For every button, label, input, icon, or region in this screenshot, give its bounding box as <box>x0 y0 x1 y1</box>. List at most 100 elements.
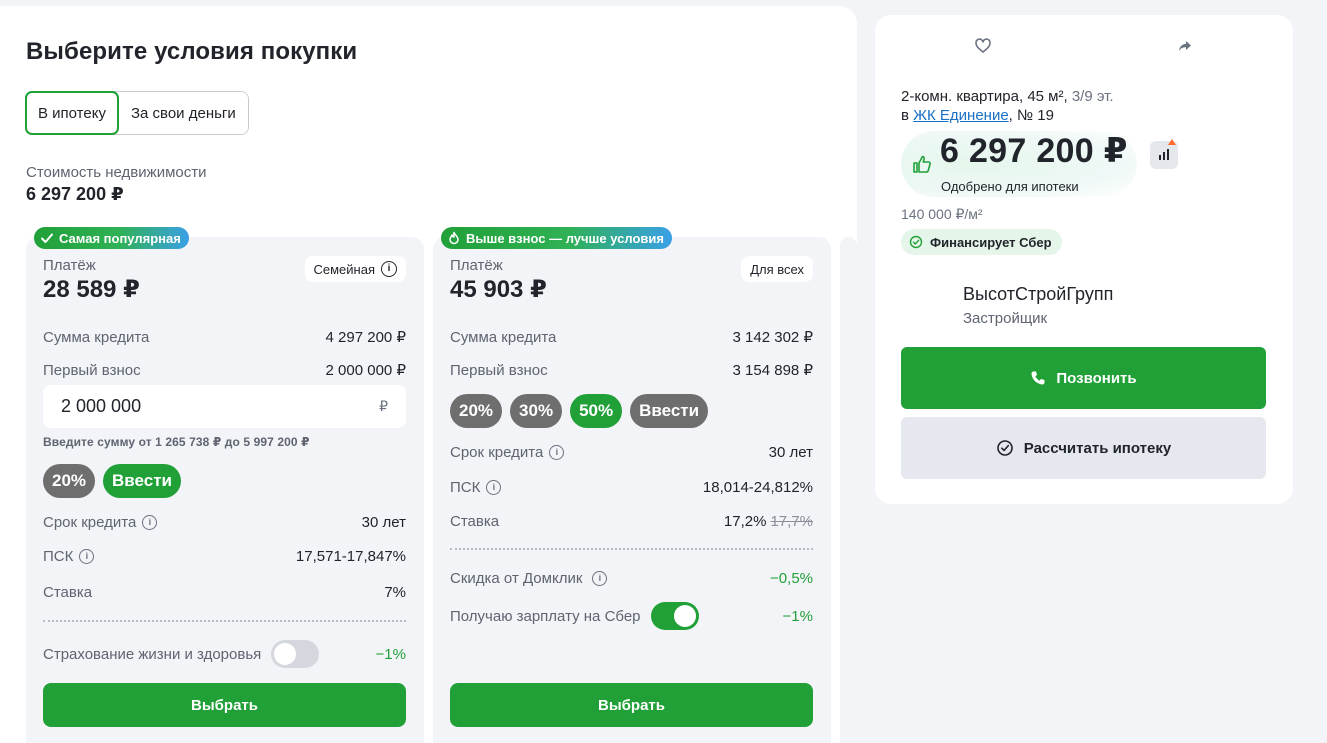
listing-in: в <box>901 107 909 124</box>
chip-custom[interactable]: Ввести <box>103 464 181 498</box>
phone-icon <box>1031 371 1045 385</box>
offer-card-partial <box>840 237 857 743</box>
payment-label: Платёж <box>43 257 96 274</box>
ribbon-label: Выше взнос — лучше условия <box>466 230 664 246</box>
complex-link[interactable]: ЖК Единение <box>913 107 1009 124</box>
purchase-mode-toggle: В ипотеку За свои деньги <box>25 91 249 135</box>
rate-row: Ставка 17,2% 17,7% <box>450 510 813 532</box>
chip-50-percent[interactable]: 50% <box>570 394 623 428</box>
domclick-discount-label: Скидка от Домклик i <box>450 569 608 587</box>
toggle-own-money[interactable]: За свои деньги <box>118 92 248 134</box>
building-number: , № 19 <box>1008 107 1054 124</box>
rate-value: 7% <box>384 583 406 601</box>
salary-row: Получаю зарплату на Сбер −1% <box>450 602 813 630</box>
down-payment-input[interactable]: 2 000 000 ₽ <box>43 385 406 428</box>
payment-label: Платёж <box>450 257 503 274</box>
psk-label: ПСК i <box>43 547 95 565</box>
psk-text: ПСК <box>450 478 481 496</box>
payment-value: 45 903 ₽ <box>450 276 547 303</box>
price-history-button[interactable] <box>1150 139 1178 169</box>
mortgage-approved-label: Одобрено для ипотеки <box>941 179 1079 194</box>
property-cost-value: 6 297 200 ₽ <box>26 184 124 204</box>
down-payment-row: Первый взнос 3 154 898 ₽ <box>450 359 813 381</box>
psk-value: 17,571-17,847% <box>295 547 406 565</box>
down-payment-hint: Введите сумму от 1 265 738 ₽ до 5 997 20… <box>43 435 310 449</box>
check-icon <box>41 233 53 243</box>
divider <box>43 620 406 622</box>
share-icon[interactable] <box>1176 37 1194 55</box>
listing-type: 2-комн. квартира, 45 м², <box>901 88 1068 105</box>
domclick-discount-text: Скидка от Домклик <box>450 569 583 587</box>
chip-30-percent[interactable]: 30% <box>510 394 563 428</box>
check-circle-icon <box>996 440 1013 456</box>
psk-text: ПСК <box>43 547 74 565</box>
call-button[interactable]: Позвонить <box>901 347 1266 409</box>
loan-term-text: Срок кредита <box>450 443 544 461</box>
listing-summary-panel: 2-комн. квартира, 45 м², 3/9 эт. в ЖК Ед… <box>875 15 1293 504</box>
down-payment-label: Первый взнос <box>43 361 141 379</box>
divider <box>450 548 813 550</box>
loan-term-row: Срок кредита i 30 лет <box>43 511 406 533</box>
better-terms-ribbon: Выше взнос — лучше условия <box>441 227 672 249</box>
select-button[interactable]: Выбрать <box>43 683 406 727</box>
property-cost-label: Стоимость недвижимости <box>26 164 207 181</box>
currency-symbol: ₽ <box>379 398 388 414</box>
down-payment-chips: 20% Ввести <box>43 464 181 498</box>
info-icon[interactable]: i <box>381 261 397 277</box>
chart-bar <box>1163 152 1165 160</box>
insurance-text: Страхование жизни и здоровья <box>43 645 262 663</box>
info-icon[interactable]: i <box>142 514 158 530</box>
info-icon[interactable]: i <box>592 570 608 586</box>
offer-card-higher-down-payment: Выше взнос — лучше условия Платёж 45 903… <box>433 227 831 743</box>
loan-amount-label: Сумма кредита <box>43 328 150 346</box>
rate-row: Ставка 7% <box>43 581 406 603</box>
loan-amount-label: Сумма кредита <box>450 328 557 346</box>
insurance-label: Страхование жизни и здоровья <box>43 640 320 668</box>
rate-label: Ставка <box>450 512 500 530</box>
down-payment-row: Первый взнос 2 000 000 ₽ <box>43 359 406 381</box>
developer-name[interactable]: ВысотСтройГрупп <box>963 284 1113 305</box>
insurance-row: Страхование жизни и здоровья −1% <box>43 640 406 668</box>
chip-20-percent[interactable]: 20% <box>43 464 96 498</box>
heart-icon[interactable] <box>974 37 992 55</box>
price-per-meter: 140 000 ₽/м² <box>901 206 983 222</box>
calculate-mortgage-label: Рассчитать ипотеку <box>1023 439 1172 457</box>
listing-floor: 3/9 эт. <box>1071 88 1114 105</box>
toggle-mortgage[interactable]: В ипотеку <box>25 91 119 135</box>
info-icon[interactable]: i <box>486 479 502 495</box>
loan-term-value: 30 лет <box>768 443 813 461</box>
loan-term-value: 30 лет <box>361 513 406 531</box>
thumb-up-icon <box>913 155 931 173</box>
calculate-mortgage-button[interactable]: Рассчитать ипотеку <box>901 417 1266 479</box>
program-tag-all[interactable]: Для всех <box>741 256 813 282</box>
down-payment-input-value: 2 000 000 <box>61 396 142 416</box>
salary-switch[interactable] <box>650 602 699 630</box>
down-payment-value: 3 154 898 ₽ <box>732 362 813 379</box>
loan-term-label: Срок кредита i <box>43 514 158 531</box>
payment-value: 28 589 ₽ <box>43 276 140 303</box>
domclick-discount-value: −0,5% <box>770 569 813 587</box>
down-payment-label: Первый взнос <box>450 361 548 379</box>
chip-20-percent[interactable]: 20% <box>450 394 503 428</box>
loan-amount-value: 4 297 200 ₽ <box>325 329 406 346</box>
info-icon[interactable]: i <box>549 444 565 460</box>
select-button[interactable]: Выбрать <box>450 683 813 727</box>
salary-discount: −1% <box>782 607 813 625</box>
psk-row: ПСК i 17,571-17,847% <box>43 545 406 567</box>
loan-term-label: Срок кредита i <box>450 443 565 461</box>
rate-current: 17,2% <box>723 512 767 530</box>
insurance-switch[interactable] <box>271 640 320 668</box>
psk-row: ПСК i 18,014-24,812% <box>450 476 813 498</box>
chip-custom[interactable]: Ввести <box>630 394 709 428</box>
program-tag-family[interactable]: Семейная i <box>304 256 406 282</box>
check-circle-icon <box>909 235 923 249</box>
rate-value: 17,2% 17,7% <box>724 513 813 530</box>
price-up-indicator <box>1168 139 1176 145</box>
down-payment-value: 2 000 000 ₽ <box>325 362 406 379</box>
psk-label: ПСК i <box>450 478 502 496</box>
call-button-label: Позвонить <box>1056 369 1137 387</box>
info-icon[interactable]: i <box>79 548 95 564</box>
offer-card-popular: Самая популярная Платёж 28 589 ₽ Семейна… <box>26 227 424 743</box>
fire-icon <box>449 231 459 245</box>
loan-amount-row: Сумма кредита 4 297 200 ₽ <box>43 326 406 348</box>
